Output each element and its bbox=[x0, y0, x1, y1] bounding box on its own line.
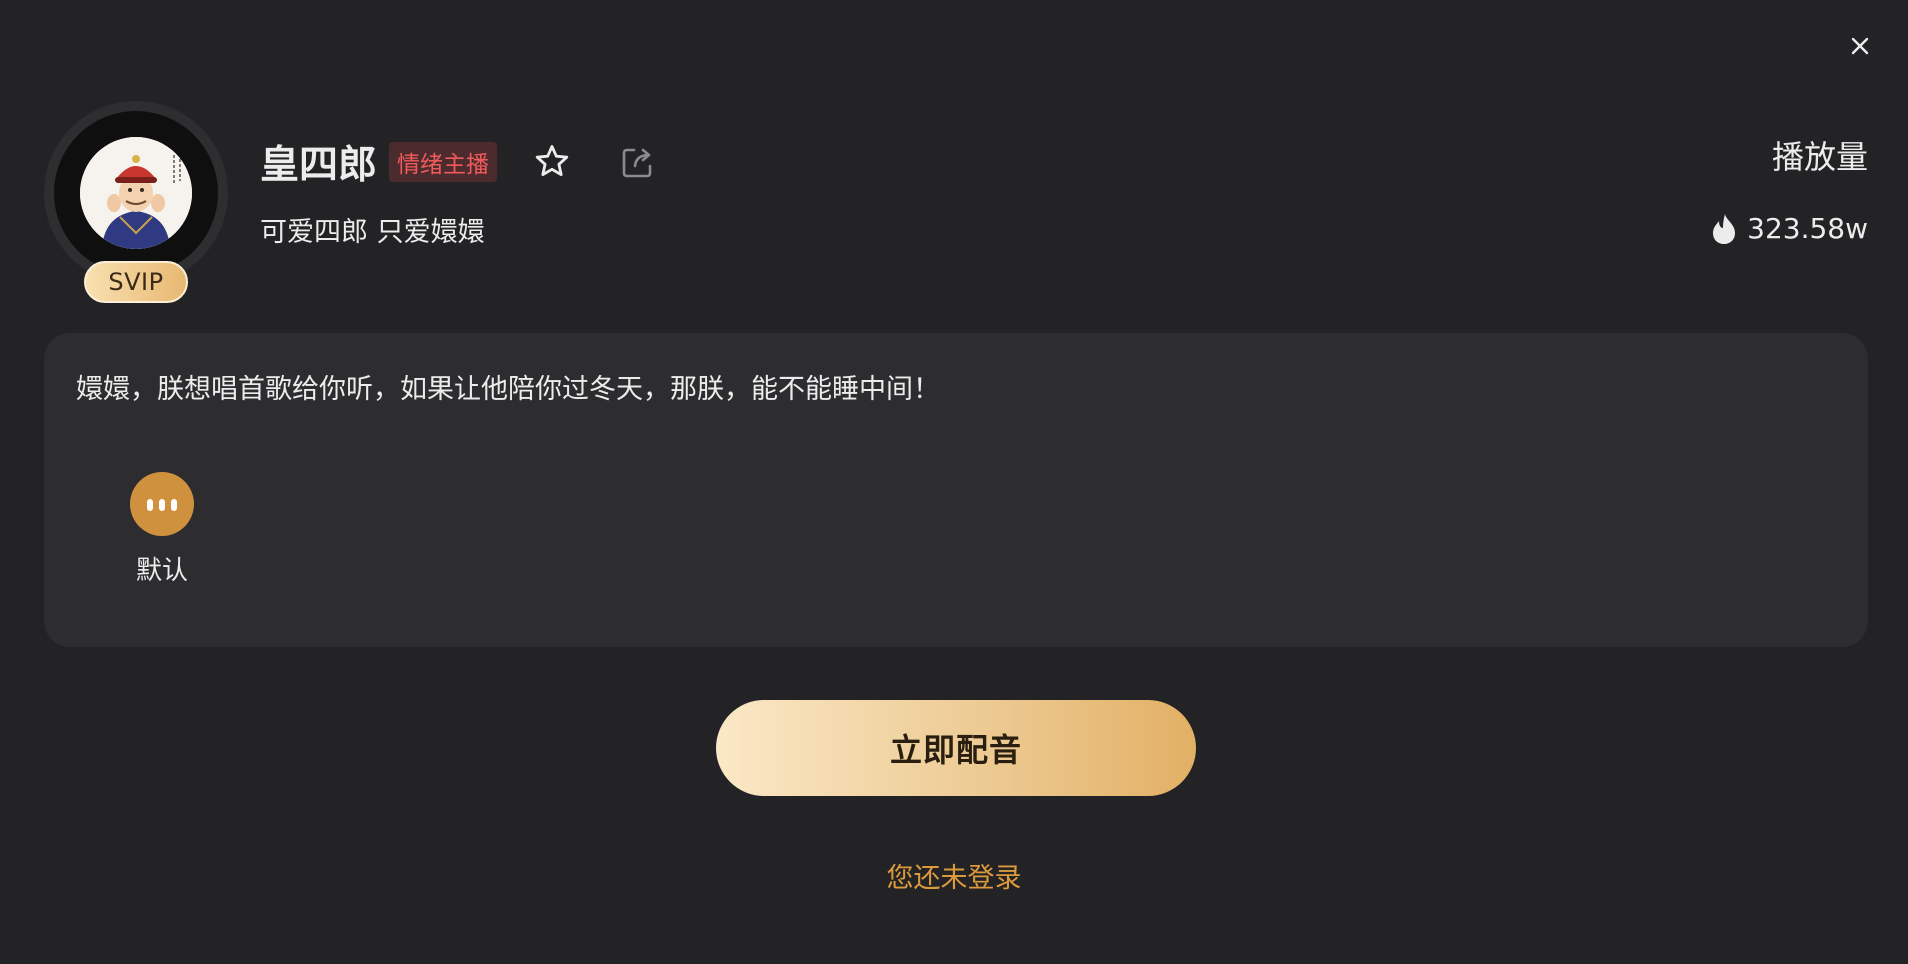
voice-subtitle: 可爱四郎 只爱嬛嬛 bbox=[260, 217, 485, 248]
flame-icon bbox=[1713, 213, 1736, 244]
star-outline-icon[interactable] bbox=[532, 142, 572, 182]
avatar-illustration bbox=[80, 137, 192, 249]
favorite-button[interactable] bbox=[532, 142, 572, 182]
voice-detail-modal: SVIP 皇四郎 情绪主播 可爱四郎 只爱嬛嬛 播放量 323.58w 嬛嬛，朕… bbox=[0, 0, 1908, 964]
close-button[interactable] bbox=[1842, 28, 1878, 64]
audio-bars-icon bbox=[147, 499, 177, 511]
category-tag: 情绪主播 bbox=[389, 142, 498, 182]
login-hint-link[interactable]: 您还未登录 bbox=[0, 856, 1908, 895]
voice-name: 皇四郎 bbox=[260, 143, 378, 188]
play-count-value: 323.58w bbox=[1747, 212, 1868, 245]
sample-text: 嬛嬛，朕想唱首歌给你听，如果让他陪你过冬天，那朕，能不能睡中间！ bbox=[76, 374, 940, 405]
share-icon[interactable] bbox=[620, 144, 656, 180]
share-button[interactable] bbox=[620, 144, 656, 180]
voice-sample-card: 嬛嬛，朕想唱首歌给你听，如果让他陪你过冬天，那朕，能不能睡中间！ 默认 bbox=[44, 333, 1868, 647]
avatar[interactable] bbox=[80, 137, 192, 249]
voice-option-label: 默认 bbox=[135, 556, 188, 586]
name-row: 皇四郎 情绪主播 bbox=[260, 136, 498, 188]
play-count: 323.58w bbox=[1709, 212, 1868, 245]
close-icon[interactable] bbox=[1850, 36, 1870, 56]
dub-now-button[interactable]: 立即配音 bbox=[716, 700, 1196, 796]
voice-option-default[interactable]: 默认 bbox=[124, 472, 200, 587]
play-count-label: 播放量 bbox=[1771, 138, 1868, 176]
svip-badge: SVIP bbox=[84, 261, 188, 303]
voice-option-circle[interactable] bbox=[130, 472, 194, 536]
